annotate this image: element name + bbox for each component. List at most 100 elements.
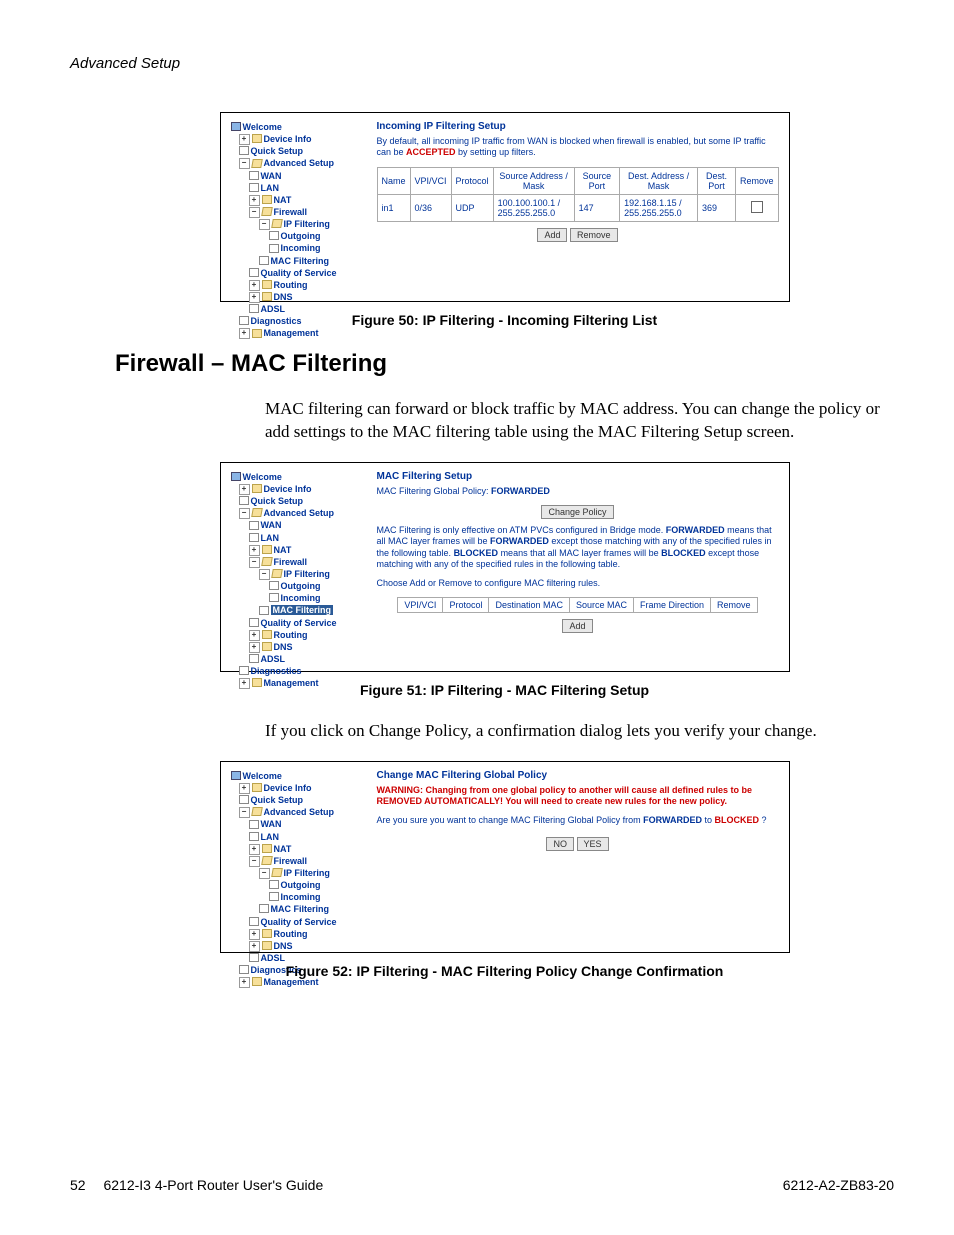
tree-qos[interactable]: Quality of Service bbox=[261, 618, 337, 628]
expand-icon[interactable]: + bbox=[239, 484, 250, 495]
incoming-filter-table: Name VPI/VCI Protocol Source Address / M… bbox=[377, 167, 779, 222]
tree-device-info[interactable]: Device Info bbox=[264, 484, 312, 494]
tree-lan[interactable]: LAN bbox=[261, 832, 280, 842]
tree-dns[interactable]: DNS bbox=[274, 642, 293, 652]
mac-filter-table: VPI/VCI Protocol Destination MAC Source … bbox=[397, 597, 757, 613]
expand-icon[interactable]: + bbox=[239, 977, 250, 988]
expand-icon[interactable]: + bbox=[249, 642, 260, 653]
tree-incoming[interactable]: Incoming bbox=[281, 593, 321, 603]
expand-icon[interactable]: + bbox=[249, 844, 260, 855]
tree-ip-filtering[interactable]: IP Filtering bbox=[284, 868, 330, 878]
tree-ip-filtering[interactable]: IP Filtering bbox=[284, 219, 330, 229]
collapse-icon[interactable]: − bbox=[249, 557, 260, 568]
tree-outgoing[interactable]: Outgoing bbox=[281, 581, 321, 591]
page-icon bbox=[239, 146, 249, 155]
collapse-icon[interactable]: − bbox=[239, 807, 250, 818]
folder-icon bbox=[252, 783, 262, 792]
tree-mac-filtering[interactable]: MAC Filtering bbox=[271, 904, 330, 914]
tree-welcome[interactable]: Welcome bbox=[243, 472, 282, 482]
tree-device-info[interactable]: Device Info bbox=[264, 134, 312, 144]
remove-checkbox[interactable] bbox=[751, 201, 763, 213]
expand-icon[interactable]: + bbox=[239, 134, 250, 145]
expand-icon[interactable]: + bbox=[249, 929, 260, 940]
expand-icon[interactable]: + bbox=[239, 783, 250, 794]
tree-qos[interactable]: Quality of Service bbox=[261, 917, 337, 927]
no-button[interactable]: NO bbox=[546, 837, 574, 851]
tree-welcome[interactable]: Welcome bbox=[243, 122, 282, 132]
tree-routing[interactable]: Routing bbox=[274, 280, 308, 290]
tree-routing[interactable]: Routing bbox=[274, 630, 308, 640]
tree-firewall[interactable]: Firewall bbox=[274, 207, 308, 217]
tree-lan[interactable]: LAN bbox=[261, 183, 280, 193]
tree-diagnostics[interactable]: Diagnostics bbox=[251, 316, 302, 326]
tree-management[interactable]: Management bbox=[264, 678, 319, 688]
tree-outgoing[interactable]: Outgoing bbox=[281, 880, 321, 890]
collapse-icon[interactable]: − bbox=[259, 868, 270, 879]
collapse-icon[interactable]: − bbox=[239, 508, 250, 519]
tree-outgoing[interactable]: Outgoing bbox=[281, 231, 321, 241]
tree-quick-setup[interactable]: Quick Setup bbox=[251, 795, 304, 805]
tree-nat[interactable]: NAT bbox=[274, 545, 292, 555]
tree-wan[interactable]: WAN bbox=[261, 819, 282, 829]
expand-icon[interactable]: + bbox=[249, 545, 260, 556]
tree-advanced-setup[interactable]: Advanced Setup bbox=[264, 158, 335, 168]
collapse-icon[interactable]: − bbox=[239, 158, 250, 169]
tree-dns[interactable]: DNS bbox=[274, 292, 293, 302]
collapse-icon[interactable]: − bbox=[249, 856, 260, 867]
tree-advanced-setup[interactable]: Advanced Setup bbox=[264, 807, 335, 817]
figure-50-content: Incoming IP Filtering Setup By default, … bbox=[377, 121, 779, 291]
tree-quick-setup[interactable]: Quick Setup bbox=[251, 496, 304, 506]
monitor-icon bbox=[231, 472, 241, 481]
expand-icon[interactable]: + bbox=[249, 630, 260, 641]
tree-management[interactable]: Management bbox=[264, 328, 319, 338]
folder-icon bbox=[262, 941, 272, 950]
tree-nat[interactable]: NAT bbox=[274, 844, 292, 854]
f52-question: Are you sure you want to change MAC Filt… bbox=[377, 815, 779, 826]
add-button[interactable]: Add bbox=[537, 228, 567, 242]
tree-firewall[interactable]: Firewall bbox=[274, 856, 308, 866]
tree-mac-filtering[interactable]: MAC Filtering bbox=[271, 256, 330, 266]
tree-advanced-setup[interactable]: Advanced Setup bbox=[264, 508, 335, 518]
tree-incoming[interactable]: Incoming bbox=[281, 892, 321, 902]
content-column: Welcome + Device Info Quick Setup − Advanc… bbox=[115, 112, 894, 979]
expand-icon[interactable]: + bbox=[239, 328, 250, 339]
folder-open-icon bbox=[261, 856, 273, 865]
collapse-icon[interactable]: − bbox=[249, 207, 260, 218]
expand-icon[interactable]: + bbox=[249, 941, 260, 952]
change-policy-button[interactable]: Change Policy bbox=[541, 505, 613, 519]
tree-incoming[interactable]: Incoming bbox=[281, 243, 321, 253]
tree-adsl[interactable]: ADSL bbox=[261, 953, 286, 963]
expand-icon[interactable]: + bbox=[239, 678, 250, 689]
folder-icon bbox=[262, 929, 272, 938]
tree-adsl[interactable]: ADSL bbox=[261, 304, 286, 314]
f51-title: MAC Filtering Setup bbox=[377, 471, 779, 482]
expand-icon[interactable]: + bbox=[249, 280, 260, 291]
expand-icon[interactable]: + bbox=[249, 292, 260, 303]
page-icon bbox=[249, 171, 259, 180]
tree-dns[interactable]: DNS bbox=[274, 941, 293, 951]
paragraph-1: MAC filtering can forward or block traff… bbox=[115, 398, 894, 444]
tree-qos[interactable]: Quality of Service bbox=[261, 268, 337, 278]
tree-routing[interactable]: Routing bbox=[274, 929, 308, 939]
tree-nat[interactable]: NAT bbox=[274, 195, 292, 205]
tree-ip-filtering[interactable]: IP Filtering bbox=[284, 569, 330, 579]
doc-number: 6212-A2-ZB83-20 bbox=[783, 1177, 894, 1193]
tree-wan[interactable]: WAN bbox=[261, 520, 282, 530]
add-button[interactable]: Add bbox=[562, 619, 592, 633]
tree-device-info[interactable]: Device Info bbox=[264, 783, 312, 793]
expand-icon[interactable]: + bbox=[249, 195, 260, 206]
page-footer: 52 6212-I3 4-Port Router User's Guide 62… bbox=[70, 1177, 894, 1193]
tree-quick-setup[interactable]: Quick Setup bbox=[251, 146, 304, 156]
yes-button[interactable]: YES bbox=[577, 837, 609, 851]
collapse-icon[interactable]: − bbox=[259, 219, 270, 230]
page-icon bbox=[249, 533, 259, 542]
tree-lan[interactable]: LAN bbox=[261, 533, 280, 543]
tree-adsl[interactable]: ADSL bbox=[261, 654, 286, 664]
tree-welcome[interactable]: Welcome bbox=[243, 771, 282, 781]
tree-diagnostics[interactable]: Diagnostics bbox=[251, 666, 302, 676]
tree-firewall[interactable]: Firewall bbox=[274, 557, 308, 567]
tree-mac-filtering-active[interactable]: MAC Filtering bbox=[271, 605, 334, 615]
remove-button[interactable]: Remove bbox=[570, 228, 618, 242]
collapse-icon[interactable]: − bbox=[259, 569, 270, 580]
tree-wan[interactable]: WAN bbox=[261, 171, 282, 181]
